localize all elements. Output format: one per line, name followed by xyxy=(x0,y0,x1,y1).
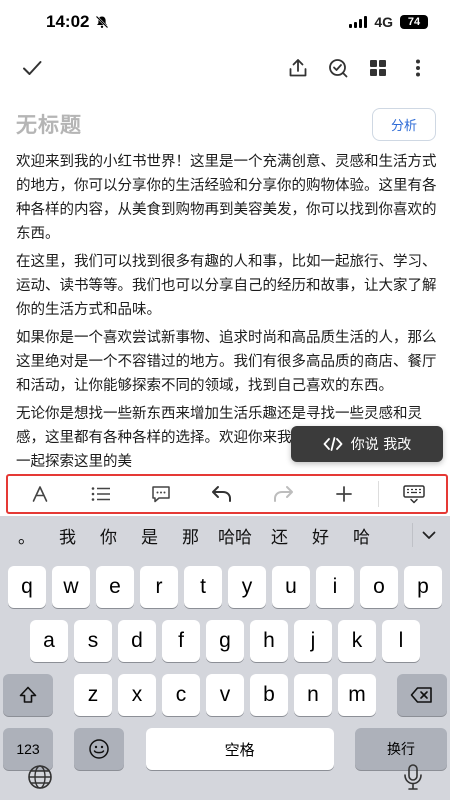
backspace-icon xyxy=(410,687,432,703)
keyboard-hide-icon xyxy=(403,485,425,504)
candidate-word[interactable]: 哈哈 xyxy=(211,523,259,548)
candidate-word[interactable]: 还 xyxy=(259,523,300,548)
layout-button[interactable] xyxy=(358,48,398,88)
signal-icon xyxy=(349,16,368,28)
bell-off-icon xyxy=(96,15,109,29)
key-d[interactable]: d xyxy=(118,620,156,662)
key-s[interactable]: s xyxy=(74,620,112,662)
grid-icon xyxy=(370,60,386,76)
key-row-3: z x c v b n m xyxy=(0,674,450,716)
candidate-word[interactable]: 你 xyxy=(88,523,129,548)
paragraph: 如果你是一个喜欢尝试新事物、追求时尚和高品质生活的人，那么这里绝对是一个不容错过… xyxy=(16,330,437,394)
keyboard-footer xyxy=(0,758,450,800)
key-row-2: a s d f g h j k l xyxy=(0,620,450,662)
plus-icon xyxy=(335,486,352,502)
expand-candidates-button[interactable] xyxy=(412,523,444,547)
redo-button[interactable] xyxy=(257,477,309,511)
status-bar: 14:02 4G 74 xyxy=(0,0,450,44)
undo-button[interactable] xyxy=(196,477,248,511)
key-x[interactable]: x xyxy=(118,674,156,716)
ime-keyboard: 。 我 你 是 那 哈哈 还 好 哈 q w e r t y u i o p a… xyxy=(0,516,450,800)
key-t[interactable]: t xyxy=(184,566,222,608)
status-time: 14:02 xyxy=(46,12,109,32)
text-style-button[interactable] xyxy=(14,477,66,511)
key-v[interactable]: v xyxy=(206,674,244,716)
key-p[interactable]: p xyxy=(404,566,442,608)
more-icon xyxy=(416,59,420,77)
key-l[interactable]: l xyxy=(382,620,420,662)
candidate-word[interactable]: 是 xyxy=(129,523,170,548)
undo-icon xyxy=(212,486,232,502)
list-button[interactable] xyxy=(75,477,127,511)
text-format-icon xyxy=(32,486,48,502)
microphone-icon xyxy=(404,764,422,790)
battery-icon: 74 xyxy=(400,15,428,29)
document-title[interactable]: 无标题 xyxy=(16,109,82,139)
list-icon xyxy=(91,487,110,501)
key-o[interactable]: o xyxy=(360,566,398,608)
key-i[interactable]: i xyxy=(316,566,354,608)
key-row-1: q w e r t y u i o p xyxy=(0,566,450,608)
tooltip-label: 你说 我改 xyxy=(350,437,412,453)
language-switch-button[interactable] xyxy=(26,763,54,795)
analyze-button[interactable]: 分析 xyxy=(371,107,436,141)
review-button[interactable] xyxy=(318,48,358,88)
redo-icon xyxy=(273,486,293,502)
globe-icon xyxy=(28,765,52,789)
shift-key[interactable] xyxy=(3,674,53,716)
code-icon xyxy=(323,437,343,451)
shift-icon xyxy=(19,686,37,703)
network-type: 4G xyxy=(374,14,393,30)
share-button[interactable] xyxy=(278,48,318,88)
key-g[interactable]: g xyxy=(206,620,244,662)
title-row: 无标题 分析 xyxy=(16,104,436,144)
review-icon xyxy=(329,59,348,78)
done-button[interactable] xyxy=(12,48,52,88)
checkmark-icon xyxy=(23,61,42,75)
top-toolbar xyxy=(0,48,450,88)
comment-button[interactable] xyxy=(135,477,187,511)
emoji-icon xyxy=(89,739,110,759)
candidate-word[interactable]: 我 xyxy=(47,523,88,548)
format-toolbar xyxy=(6,474,448,514)
key-z[interactable]: z xyxy=(74,674,112,716)
candidate-word[interactable]: 哈 xyxy=(341,523,382,548)
backspace-key[interactable] xyxy=(397,674,447,716)
key-e[interactable]: e xyxy=(96,566,134,608)
key-c[interactable]: c xyxy=(162,674,200,716)
candidate-bar: 。 我 你 是 那 哈哈 还 好 哈 xyxy=(0,516,450,554)
key-u[interactable]: u xyxy=(272,566,310,608)
key-n[interactable]: n xyxy=(294,674,332,716)
key-m[interactable]: m xyxy=(338,674,376,716)
divider xyxy=(378,481,380,507)
key-f[interactable]: f xyxy=(162,620,200,662)
ai-rewrite-tooltip[interactable]: 你说 我改 xyxy=(291,426,443,462)
key-j[interactable]: j xyxy=(294,620,332,662)
status-indicators: 4G 74 xyxy=(349,14,428,30)
document-body[interactable]: 欢迎来到我的小红书世界！这里是一个充满创意、灵感和生活方式的地方，你可以分享你的… xyxy=(16,150,438,468)
dictation-button[interactable] xyxy=(402,763,424,795)
candidate-word[interactable]: 那 xyxy=(170,523,211,548)
key-w[interactable]: w xyxy=(52,566,90,608)
key-a[interactable]: a xyxy=(30,620,68,662)
comment-icon xyxy=(152,486,171,503)
candidate-word[interactable]: 好 xyxy=(300,523,341,548)
key-b[interactable]: b xyxy=(250,674,288,716)
chevron-down-icon xyxy=(422,531,435,539)
candidate-word[interactable]: 。 xyxy=(6,523,47,548)
key-r[interactable]: r xyxy=(140,566,178,608)
more-button[interactable] xyxy=(398,48,438,88)
key-k[interactable]: k xyxy=(338,620,376,662)
key-h[interactable]: h xyxy=(250,620,288,662)
key-y[interactable]: y xyxy=(228,566,266,608)
paragraph: 在这里，我们可以找到很多有趣的人和事，比如一起旅行、学习、运动、读书等等。我们也… xyxy=(16,254,437,318)
paragraph: 欢迎来到我的小红书世界！这里是一个充满创意、灵感和生活方式的地方，你可以分享你的… xyxy=(16,154,437,242)
key-q[interactable]: q xyxy=(8,566,46,608)
share-icon xyxy=(289,59,307,77)
insert-button[interactable] xyxy=(318,477,370,511)
hide-keyboard-button[interactable] xyxy=(388,477,440,511)
